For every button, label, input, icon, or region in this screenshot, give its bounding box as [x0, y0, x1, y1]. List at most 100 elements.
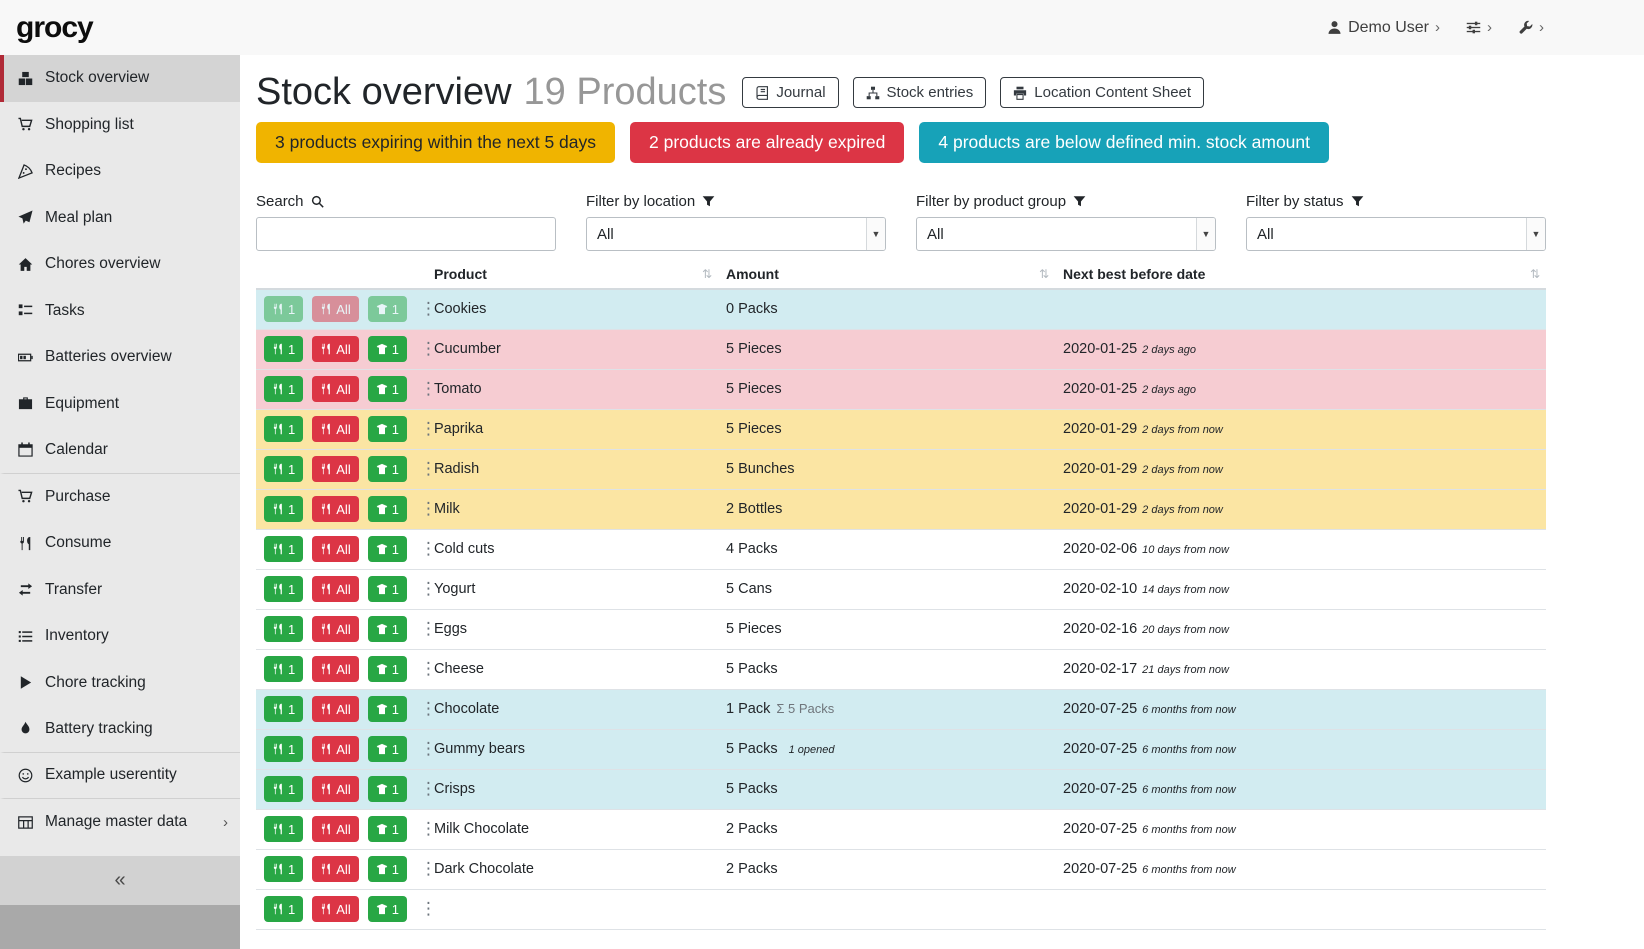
consume-one-button[interactable]: 1	[264, 376, 303, 402]
open-one-button[interactable]: 1	[368, 816, 407, 842]
column-header[interactable]	[256, 259, 426, 289]
sidebar-item-inventory[interactable]: Inventory	[0, 613, 240, 660]
consume-one-button[interactable]: 1	[264, 696, 303, 722]
open-one-button[interactable]: 1	[368, 536, 407, 562]
sidebar-item-manage-master-data[interactable]: Manage master data ›	[0, 799, 240, 846]
grocy-logo[interactable]: grocy	[16, 11, 93, 45]
consume-one-button[interactable]: 1	[264, 656, 303, 682]
consume-all-button[interactable]: All	[312, 736, 358, 762]
open-one-button[interactable]: 1	[368, 496, 407, 522]
admin-menu[interactable]: ›	[1518, 19, 1544, 36]
open-one-button[interactable]: 1	[368, 776, 407, 802]
consume-all-button[interactable]: All	[312, 376, 358, 402]
best-before-date: 2020-07-256 months from now	[1055, 729, 1546, 769]
consume-all-button[interactable]: All	[312, 416, 358, 442]
open-one-button[interactable]: 1	[368, 896, 407, 922]
product-name: Paprika	[426, 409, 718, 449]
toolbar-button-journal[interactable]: Journal	[742, 77, 838, 108]
date-note: 20 days from now	[1142, 624, 1229, 636]
consume-one-button[interactable]: 1	[264, 456, 303, 482]
open-one-button[interactable]: 1	[368, 576, 407, 602]
consume-all-button[interactable]: All	[312, 856, 358, 882]
open-one-button[interactable]: 1	[368, 296, 407, 322]
open-one-button[interactable]: 1	[368, 336, 407, 362]
sidebar-item-chore-tracking[interactable]: Chore tracking	[0, 660, 240, 707]
sidebar-item-chores-overview[interactable]: Chores overview	[0, 241, 240, 288]
sidebar-item-icon	[16, 815, 35, 830]
table-row: 1 All 1	[256, 689, 1546, 729]
open-one-button[interactable]: 1	[368, 656, 407, 682]
alert-badge-danger[interactable]: 2 products are already expired	[630, 122, 904, 163]
consume-one-button[interactable]: 1	[264, 616, 303, 642]
row-actions: 1 All 1	[264, 541, 441, 557]
consume-one-button[interactable]: 1	[264, 816, 303, 842]
utensils-icon	[320, 623, 332, 635]
consume-one-button[interactable]: 1	[264, 336, 303, 362]
consume-all-button[interactable]: All	[312, 496, 358, 522]
consume-all-button[interactable]: All	[312, 656, 358, 682]
sidebar-item-calendar[interactable]: Calendar	[0, 427, 240, 474]
open-one-button[interactable]: 1	[368, 616, 407, 642]
consume-one-button[interactable]: 1	[264, 776, 303, 802]
sidebar-item-tasks[interactable]: Tasks	[0, 288, 240, 335]
settings-menu[interactable]: ›	[1466, 19, 1492, 36]
consume-one-button[interactable]: 1	[264, 896, 303, 922]
location-filter-select[interactable]: All ▼	[586, 217, 886, 251]
sidebar-item-consume[interactable]: Consume	[0, 520, 240, 567]
open-one-button[interactable]: 1	[368, 376, 407, 402]
sidebar-item-equipment[interactable]: Equipment	[0, 381, 240, 428]
open-one-button[interactable]: 1	[368, 416, 407, 442]
consume-all-button[interactable]: All	[312, 816, 358, 842]
sidebar-item-transfer[interactable]: Transfer	[0, 567, 240, 614]
sidebar-item-batteries-overview[interactable]: Batteries overview	[0, 334, 240, 381]
search-icon	[311, 195, 324, 208]
consume-all-button[interactable]: All	[312, 616, 358, 642]
toolbar-button-stock-entries[interactable]: Stock entries	[853, 77, 987, 108]
sidebar-collapse-button[interactable]: «	[0, 856, 240, 905]
sidebar-item-meal-plan[interactable]: Meal plan	[0, 195, 240, 242]
sidebar-item-battery-tracking[interactable]: Battery tracking	[0, 706, 240, 753]
consume-all-button[interactable]: All	[312, 296, 358, 322]
sidebar-item-label: Chores overview	[45, 255, 160, 273]
consume-all-button[interactable]: All	[312, 696, 358, 722]
consume-one-button[interactable]: 1	[264, 496, 303, 522]
column-header-next-best-before-date[interactable]: Next best before date ⇅	[1055, 259, 1546, 289]
consume-all-button[interactable]: All	[312, 776, 358, 802]
sidebar-item-shopping-list[interactable]: Shopping list	[0, 102, 240, 149]
row-menu-button[interactable]: ⋮	[416, 896, 441, 922]
open-one-button[interactable]: 1	[368, 696, 407, 722]
consume-one-button[interactable]: 1	[264, 576, 303, 602]
consume-all-button[interactable]: All	[312, 896, 358, 922]
consume-all-button[interactable]: All	[312, 536, 358, 562]
consume-one-button[interactable]: 1	[264, 856, 303, 882]
alert-badge-info[interactable]: 4 products are below defined min. stock …	[919, 122, 1329, 163]
consume-one-button[interactable]: 1	[264, 416, 303, 442]
column-header-amount[interactable]: Amount ⇅	[718, 259, 1055, 289]
open-one-button[interactable]: 1	[368, 456, 407, 482]
consume-one-button[interactable]: 1	[264, 296, 303, 322]
consume-all-button[interactable]: All	[312, 576, 358, 602]
open-one-button[interactable]: 1	[368, 856, 407, 882]
consume-all-button[interactable]: All	[312, 456, 358, 482]
status-filter-select[interactable]: All ▼	[1246, 217, 1546, 251]
sidebar-item-purchase[interactable]: Purchase	[0, 474, 240, 521]
alert-badge-warning[interactable]: 3 products expiring within the next 5 da…	[256, 122, 615, 163]
sidebar-item-recipes[interactable]: Recipes	[0, 148, 240, 195]
open-one-button[interactable]: 1	[368, 736, 407, 762]
consume-one-button[interactable]: 1	[264, 536, 303, 562]
sidebar-item-label: Consume	[45, 534, 111, 552]
consume-one-button[interactable]: 1	[264, 736, 303, 762]
consume-all-button[interactable]: All	[312, 336, 358, 362]
product-name: Dark Chocolate	[426, 849, 718, 889]
product-group-filter-select[interactable]: All ▼	[916, 217, 1216, 251]
utensils-icon	[272, 663, 284, 675]
sidebar-item-stock-overview[interactable]: Stock overview	[0, 55, 240, 102]
column-header-product[interactable]: Product ⇅	[426, 259, 718, 289]
sidebar-item-example-userentity[interactable]: Example userentity	[0, 753, 240, 800]
toolbar-button-location-content-sheet[interactable]: Location Content Sheet	[1000, 77, 1204, 108]
sidebar-item-icon	[16, 396, 35, 411]
user-menu[interactable]: Demo User ›	[1327, 19, 1440, 37]
best-before-date: 2020-01-292 days from now	[1055, 409, 1546, 449]
open-box-icon	[376, 663, 388, 675]
search-input[interactable]	[256, 217, 556, 251]
